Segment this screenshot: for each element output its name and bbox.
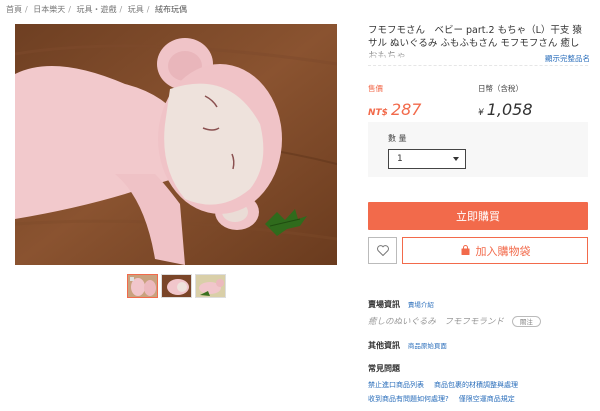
heart-icon: [376, 245, 389, 256]
price-jpy-value: 1,058: [486, 100, 533, 119]
breadcrumb: 首頁 / 日本樂天 / 玩具・遊戲 / 玩具 / 絨布玩偶: [6, 5, 187, 14]
breadcrumb-rakuten[interactable]: 日本樂天: [33, 5, 65, 14]
currency-jpy: ¥: [478, 108, 484, 118]
thumbnail-3[interactable]: [195, 274, 226, 298]
shop-intro-link[interactable]: 賣場介紹: [408, 301, 434, 309]
price-jpy-block: 日幣（含稅） ¥1,058: [478, 83, 533, 119]
quantity-label: 數 量: [388, 134, 407, 143]
faq-title: 常見問題: [368, 364, 400, 373]
thumbnail-1-image: [128, 275, 157, 297]
original-page-link[interactable]: 商品原始頁面: [408, 342, 447, 350]
quantity-box: 數 量 1: [368, 122, 588, 177]
price-twd-block: 售價 NT$ 287: [368, 83, 421, 119]
buy-now-button[interactable]: 立即購買: [368, 202, 588, 230]
price-jpy: ¥1,058: [478, 100, 533, 119]
divider: [368, 65, 588, 66]
shop-name-row: 癒しのぬいぐるみ フモフモランド 關注: [368, 315, 588, 327]
thumbnail-strip: [127, 274, 226, 298]
shopping-bag-icon: [461, 245, 469, 255]
faq-row: 禁止進口商品列表 商品包裹的材積調整與處理: [368, 380, 598, 390]
faq-link-prohibited-items[interactable]: 禁止進口商品列表: [368, 380, 424, 390]
price-jpy-label: 日幣（含稅）: [478, 84, 523, 93]
expand-title-link[interactable]: 顯示完整品名: [545, 53, 590, 64]
faq-link-problem-handling[interactable]: 收到商品有問題如何處理?: [368, 394, 449, 404]
thumbnail-2[interactable]: [161, 274, 192, 298]
thumbnail-3-image: [196, 275, 225, 297]
price-twd-value: 287: [390, 100, 422, 119]
faq-section: 常見問題 禁止進口商品列表 商品包裹的材積調整與處理 收到商品有問題如何處理? …: [368, 363, 598, 408]
breadcrumb-home[interactable]: 首頁: [6, 5, 22, 14]
other-info-label: 其他資訊: [368, 341, 400, 350]
seller-label: 賣場資訊: [368, 300, 400, 309]
breadcrumb-plush[interactable]: 絨布玩偶: [155, 5, 187, 14]
add-to-cart-label: 加入購物袋: [475, 244, 531, 258]
thumbnail-2-image: [162, 275, 191, 297]
plush-monkey-photo: [15, 24, 337, 265]
breadcrumb-toys[interactable]: 玩具: [128, 5, 144, 14]
breadcrumb-toys-games[interactable]: 玩具・遊戲: [77, 5, 117, 14]
currency-twd: NT$: [368, 108, 388, 118]
shop-name[interactable]: 癒しのぬいぐるみ フモフモランド: [368, 315, 504, 327]
chevron-down-icon: [453, 157, 459, 161]
seller-info: 賣場資訊 賣場介紹 癒しのぬいぐるみ フモフモランド 關注: [368, 299, 588, 327]
product-main-image[interactable]: [15, 24, 337, 265]
price-twd: NT$ 287: [368, 100, 421, 119]
quantity-value: 1: [397, 154, 403, 164]
faq-row: 收到商品有問題如何處理? 僅限空運商品規定: [368, 394, 598, 404]
follow-button[interactable]: 關注: [511, 315, 541, 327]
other-info: 其他資訊 商品原始頁面: [368, 340, 447, 351]
price-twd-label: 售價: [368, 84, 383, 93]
faq-link-package-volume[interactable]: 商品包裹的材積調整與處理: [434, 380, 518, 390]
faq-link-air-only[interactable]: 僅限空運商品規定: [459, 394, 515, 404]
quantity-select[interactable]: 1: [388, 149, 466, 169]
thumbnail-1[interactable]: [127, 274, 158, 298]
add-to-cart-button[interactable]: 加入購物袋: [402, 237, 588, 264]
favorite-button[interactable]: [368, 237, 397, 264]
